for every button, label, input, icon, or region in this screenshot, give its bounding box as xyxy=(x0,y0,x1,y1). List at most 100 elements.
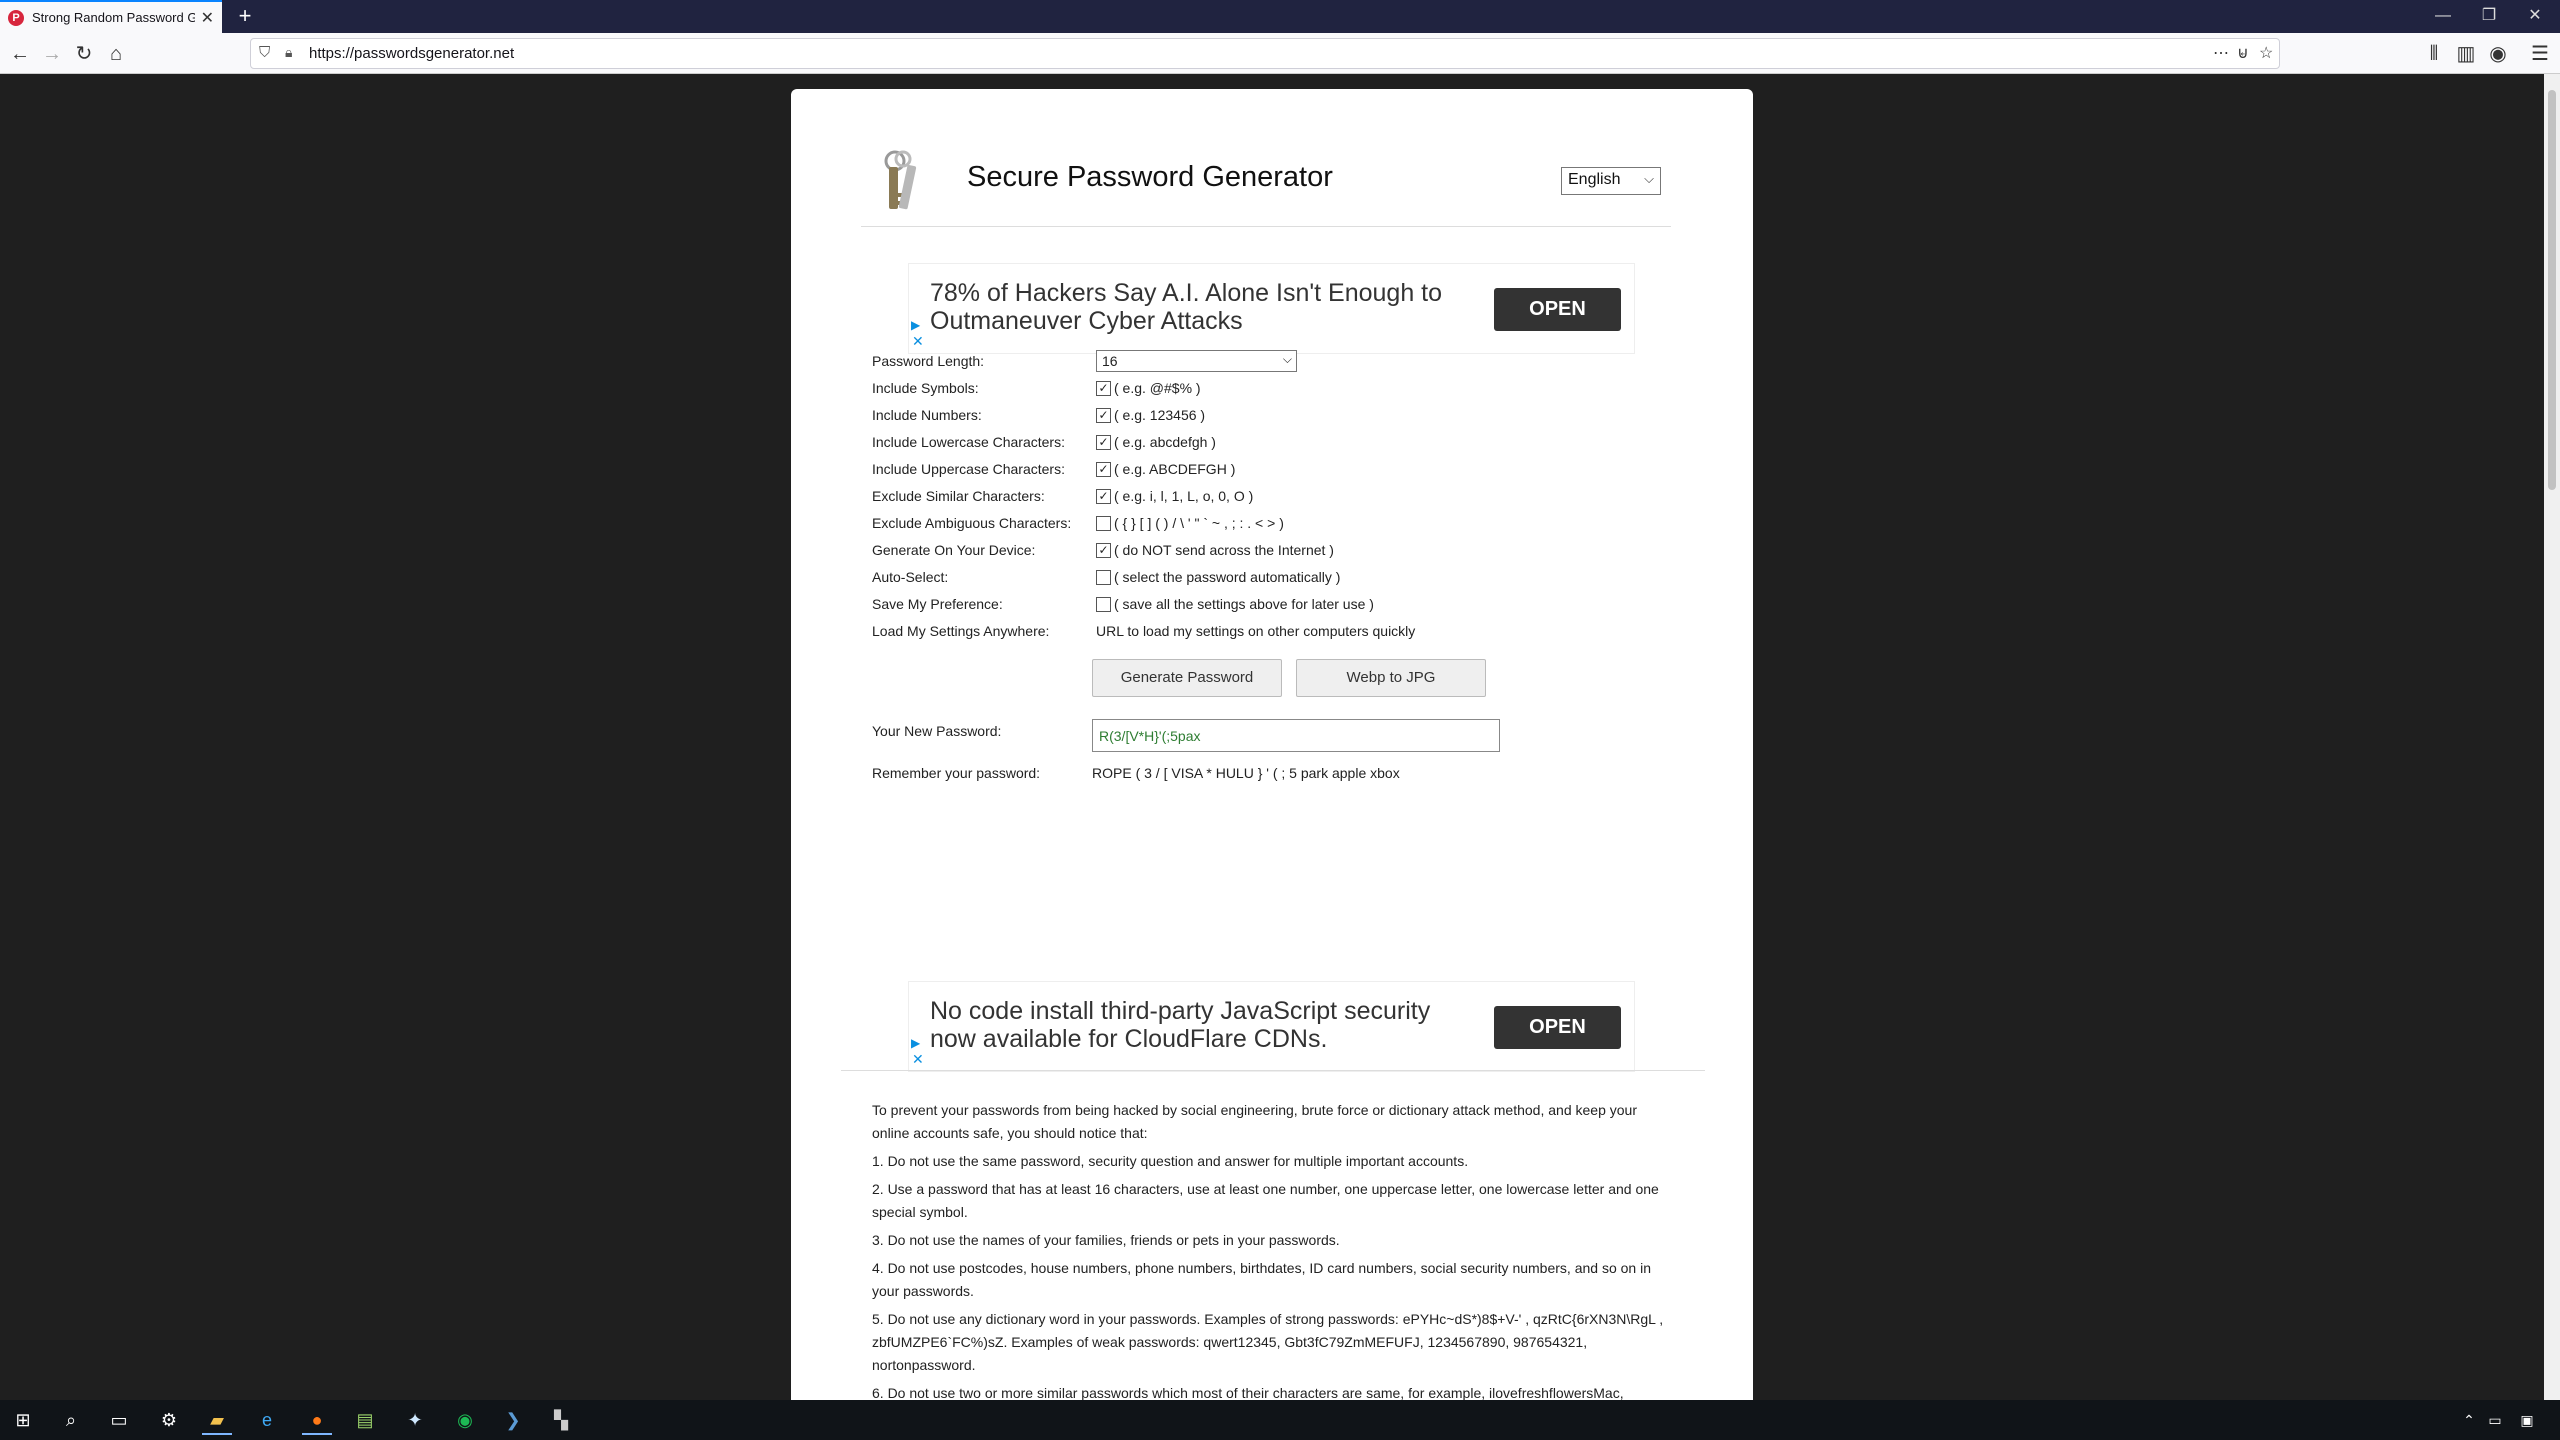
password-tips: To prevent your passwords from being hac… xyxy=(872,1099,1672,1400)
load-settings-link[interactable]: URL to load my settings on other compute… xyxy=(1096,623,1415,639)
password-length-select[interactable]: 16 ⌵ xyxy=(1096,350,1297,372)
edge-icon[interactable]: e xyxy=(252,1405,282,1435)
password-length-label: Password Length: xyxy=(872,353,985,369)
page-title: Secure Password Generator xyxy=(967,161,1333,193)
notepad-icon[interactable]: ▤ xyxy=(350,1405,380,1435)
ad-open-button[interactable]: OPEN xyxy=(1494,1006,1621,1049)
new-password-field[interactable]: R(3/[V*H}'(;5pax xyxy=(1092,719,1500,752)
language-select[interactable]: English ⌵ xyxy=(1561,167,1661,195)
option-row: Include Numbers: ✓( e.g. 123456 ) xyxy=(872,403,1672,429)
option-description: ( e.g. i, l, 1, L, o, 0, O ) xyxy=(1114,488,1254,504)
pocket-icon[interactable]: ⊌ xyxy=(2237,43,2249,63)
minimize-icon[interactable]: — xyxy=(2420,2,2466,30)
generate-password-button[interactable]: Generate Password xyxy=(1092,659,1282,697)
language-value: English xyxy=(1568,171,1621,188)
divider xyxy=(841,1070,1705,1071)
option-checkbox[interactable]: ✓ xyxy=(1096,380,1111,396)
new-tab-button[interactable]: + xyxy=(232,4,258,30)
menu-icon[interactable]: ☰ xyxy=(2526,40,2554,68)
option-row: Auto-Select: ( select the password automa… xyxy=(872,565,1672,591)
page-actions-icon[interactable]: ⋯ xyxy=(2213,43,2229,63)
chevron-down-icon: ⌵ xyxy=(1644,171,1654,186)
home-icon[interactable]: ⌂ xyxy=(102,40,130,68)
ad-text[interactable]: 78% of Hackers Say A.I. Alone Isn't Enou… xyxy=(930,279,1450,335)
option-label: Exclude Ambiguous Characters: xyxy=(872,515,1072,531)
tip-item: 4. Do not use postcodes, house numbers, … xyxy=(872,1260,1651,1299)
search-icon[interactable]: ⌕ xyxy=(56,1405,86,1435)
task-view-icon[interactable]: ▭ xyxy=(104,1405,134,1435)
option-checkbox[interactable]: ✓ xyxy=(1096,434,1111,450)
option-description: ( select the password automatically ) xyxy=(1114,569,1341,585)
ad-close-icon[interactable]: ✕ xyxy=(912,334,924,348)
browser-window: P Strong Random Password Generator ✕ + —… xyxy=(0,0,2560,1440)
network-icon[interactable]: ▭ xyxy=(2480,1405,2510,1435)
option-checkbox[interactable] xyxy=(1096,515,1111,531)
ad-banner-2[interactable]: No code install third-party JavaScript s… xyxy=(908,981,1635,1072)
file-explorer-icon[interactable]: ▰ xyxy=(202,1405,232,1435)
url-bar[interactable]: ⛉ 🔒︎ https://passwordsgenerator.net ⋯ ⊌ … xyxy=(250,38,2280,69)
page-header: Secure Password Generator English ⌵ xyxy=(861,139,1671,227)
option-label: Save My Preference: xyxy=(872,596,1003,612)
settings-icon[interactable]: ⚙ xyxy=(154,1405,184,1435)
close-window-icon[interactable]: ✕ xyxy=(2512,2,2558,30)
scrollbar-thumb[interactable] xyxy=(2548,90,2556,490)
option-row: Include Uppercase Characters: ✓( e.g. ABC… xyxy=(872,457,1672,483)
reload-icon[interactable]: ↻ xyxy=(70,40,98,68)
option-description: ( e.g. 123456 ) xyxy=(1114,407,1206,423)
new-password-label: Your New Password: xyxy=(872,723,1002,739)
terminal-icon[interactable]: ▚ xyxy=(546,1405,576,1435)
option-value: ( { } [ ] ( ) / \ ' " ` ~ , ; : . < > ) xyxy=(1096,515,1284,531)
ad-open-button[interactable]: OPEN xyxy=(1494,288,1621,331)
forward-icon[interactable]: → xyxy=(38,40,66,68)
notifications-icon[interactable]: ▣ xyxy=(2512,1405,2542,1435)
close-tab-icon[interactable]: ✕ xyxy=(201,8,214,28)
tip-item: 5. Do not use any dictionary word in you… xyxy=(872,1311,1664,1373)
option-description: ( { } [ ] ( ) / \ ' " ` ~ , ; : . < > ) xyxy=(1114,515,1284,531)
option-value: ✓( e.g. i, l, 1, L, o, 0, O ) xyxy=(1096,488,1253,504)
ad-banner-1[interactable]: 78% of Hackers Say A.I. Alone Isn't Enou… xyxy=(908,263,1635,354)
library-icon[interactable]: ⫴ xyxy=(2420,40,2448,68)
generator-form: Password Length: 16 ⌵ Include Symbols: ✓(… xyxy=(872,349,1672,829)
option-label: Auto-Select: xyxy=(872,569,949,585)
firefox-icon[interactable]: ● xyxy=(302,1405,332,1435)
option-row: Include Symbols: ✓( e.g. @#$% ) xyxy=(872,376,1672,402)
password-length-value: 16 xyxy=(1102,353,1118,369)
account-icon[interactable]: ◉ xyxy=(2484,40,2512,68)
ad-text[interactable]: No code install third-party JavaScript s… xyxy=(930,997,1450,1053)
load-settings-row: Load My Settings Anywhere: URL to load m… xyxy=(872,619,1672,645)
webp-to-jpg-button[interactable]: Webp to JPG xyxy=(1296,659,1486,697)
powershell-icon[interactable]: ❯ xyxy=(498,1405,528,1435)
back-icon[interactable]: ← xyxy=(6,40,34,68)
option-checkbox[interactable]: ✓ xyxy=(1096,542,1111,558)
load-settings-label: Load My Settings Anywhere: xyxy=(872,623,1050,639)
lock-icon[interactable]: 🔒︎ xyxy=(285,44,292,61)
app-icon[interactable]: ✦ xyxy=(400,1405,430,1435)
option-checkbox[interactable] xyxy=(1096,569,1111,585)
option-label: Exclude Similar Characters: xyxy=(872,488,1045,504)
sidebar-icon[interactable]: ▥ xyxy=(2452,40,2480,68)
spotify-icon[interactable]: ◉ xyxy=(450,1405,480,1435)
option-row: Include Lowercase Characters: ✓( e.g. abc… xyxy=(872,430,1672,456)
option-description: ( e.g. @#$% ) xyxy=(1114,380,1201,396)
windows-start-icon[interactable]: ⊞ xyxy=(8,1405,38,1435)
option-row: Save My Preference: ( save all the settin… xyxy=(872,592,1672,618)
tracking-shield-icon[interactable]: ⛉ xyxy=(259,44,270,61)
adchoices-icon[interactable]: ▶ xyxy=(911,318,920,332)
url-text[interactable]: https://passwordsgenerator.net xyxy=(309,45,514,62)
option-value: ✓( e.g. @#$% ) xyxy=(1096,380,1201,396)
option-checkbox[interactable]: ✓ xyxy=(1096,461,1111,477)
restore-icon[interactable]: ❐ xyxy=(2466,2,2512,30)
page-viewport: Secure Password Generator English ⌵ 78% … xyxy=(0,74,2544,1400)
option-value: ( select the password automatically ) xyxy=(1096,569,1340,585)
ad-close-icon[interactable]: ✕ xyxy=(912,1052,924,1066)
adchoices-icon[interactable]: ▶ xyxy=(911,1036,920,1050)
bookmark-star-icon[interactable]: ☆ xyxy=(2259,43,2273,63)
tip-item: 6. Do not use two or more similar passwo… xyxy=(872,1385,1624,1400)
tab-active[interactable]: P Strong Random Password Generator ✕ xyxy=(0,0,222,33)
vertical-scrollbar[interactable] xyxy=(2544,74,2560,1400)
option-value: ✓( e.g. ABCDEFGH ) xyxy=(1096,461,1235,477)
keys-logo-icon xyxy=(884,150,917,210)
option-checkbox[interactable] xyxy=(1096,596,1111,612)
option-checkbox[interactable]: ✓ xyxy=(1096,488,1111,504)
option-checkbox[interactable]: ✓ xyxy=(1096,407,1111,423)
